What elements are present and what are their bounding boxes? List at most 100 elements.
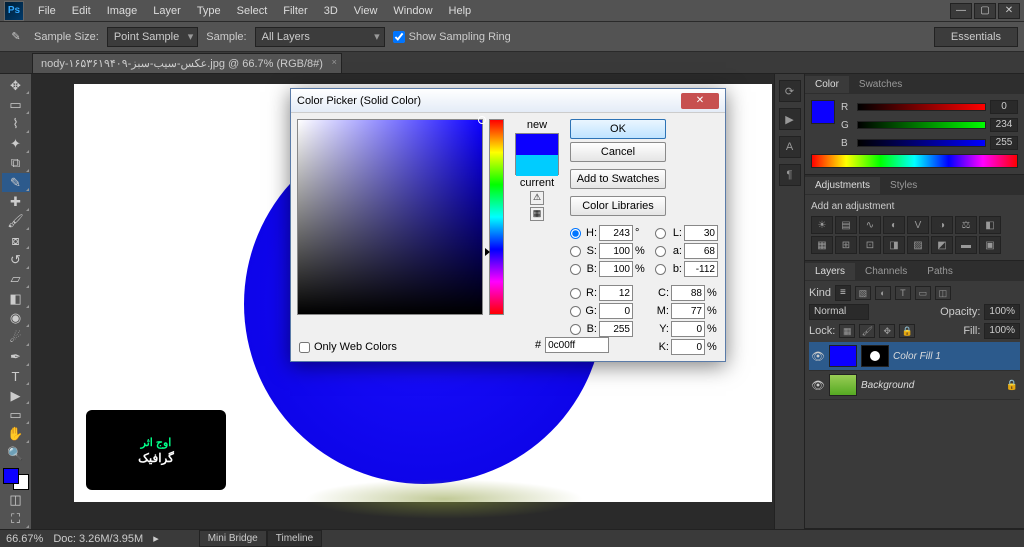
gradient-tool[interactable]: ◧ [2,289,30,308]
menu-filter[interactable]: Filter [275,2,315,20]
tab-timeline[interactable]: Timeline [267,530,322,547]
huesat-icon[interactable]: ◑ [931,216,953,234]
only-web-colors-checkbox[interactable]: Only Web Colors [299,341,397,353]
fg-bg-swatches[interactable] [3,468,29,491]
maximize-button[interactable]: ▢ [974,3,996,19]
hsb-s-radio[interactable] [570,246,581,257]
saturation-value-box[interactable] [297,119,483,315]
close-tab-icon[interactable]: × [332,57,337,67]
character-panel-icon[interactable]: A [779,136,801,158]
sample-size-select[interactable]: Point Sample [107,27,198,47]
hand-tool[interactable]: ✋ [2,425,30,444]
poster-icon[interactable]: ▨ [907,236,929,254]
layer-color-fill[interactable]: 👁 Color Fill 1 [809,342,1020,371]
gradmap-icon[interactable]: ▬ [955,236,977,254]
bw-icon[interactable]: ◧ [979,216,1001,234]
filter-pixel-icon[interactable]: ▧ [855,286,871,300]
eraser-tool[interactable]: ▱ [2,270,30,289]
tab-swatches[interactable]: Swatches [849,76,912,93]
color-libraries-button[interactable]: Color Libraries [570,196,666,216]
screen-mode-toggle[interactable]: ⛶ [2,510,30,529]
filter-smart-icon[interactable]: ◫ [935,286,951,300]
arrow-icon[interactable]: ▸ [153,532,159,545]
lock-trans-icon[interactable]: ▦ [839,324,855,338]
gamut-warning-icon[interactable]: ⚠ [530,191,544,205]
a-input[interactable] [684,243,718,259]
spectrum-bar[interactable] [811,154,1018,168]
paragraph-panel-icon[interactable]: ¶ [779,164,801,186]
r-slider[interactable] [857,103,986,111]
zoom-tool[interactable]: 🔍 [2,444,30,463]
dialog-titlebar[interactable]: Color Picker (Solid Color) ✕ [291,89,725,113]
menu-image[interactable]: Image [99,2,146,20]
websafe-warning-icon[interactable]: ▦ [530,207,544,221]
bb-input[interactable] [599,261,633,277]
levels-icon[interactable]: ▤ [835,216,857,234]
hue-slider[interactable] [489,119,504,315]
lock-pixel-icon[interactable]: 🖌 [859,324,875,338]
show-ring-input[interactable] [393,31,405,43]
menu-type[interactable]: Type [189,2,229,20]
filter-type-icon[interactable]: T [895,286,911,300]
owc-input[interactable] [299,342,310,353]
shape-tool[interactable]: ▭ [2,405,30,424]
current-color-swatch[interactable] [516,155,558,176]
c-input[interactable] [671,285,705,301]
threshold-icon[interactable]: ◩ [931,236,953,254]
show-sampling-ring-checkbox[interactable]: Show Sampling Ring [393,31,511,43]
invert-icon[interactable]: ◨ [883,236,905,254]
hsb-b-radio[interactable] [570,264,581,275]
ok-button[interactable]: OK [570,119,666,139]
y-input[interactable] [671,321,705,337]
eye-icon[interactable]: 👁 [811,379,825,392]
lock-pos-icon[interactable]: ✥ [879,324,895,338]
lab-l-radio[interactable] [655,228,666,239]
zoom-display[interactable]: 66.67% [6,533,43,545]
kind-select[interactable]: ≡ [835,285,851,301]
fill-input[interactable]: 100% [984,323,1020,339]
g-value[interactable]: 234 [990,118,1018,132]
history-brush-tool[interactable]: ↺ [2,250,30,269]
tab-adjustments[interactable]: Adjustments [805,177,880,194]
rgb-b-radio[interactable] [570,324,581,335]
move-tool[interactable]: ✥ [2,76,30,95]
type-tool[interactable]: T [2,367,30,386]
fg-color-swatch[interactable] [3,468,19,484]
lab-b-radio[interactable] [655,264,666,275]
curves-icon[interactable]: ∿ [859,216,881,234]
brush-tool[interactable]: 🖌 [2,212,30,231]
menu-window[interactable]: Window [385,2,440,20]
filter-shape-icon[interactable]: ▭ [915,286,931,300]
color-panel-swatch[interactable] [811,100,835,124]
lasso-tool[interactable]: ⌇ [2,115,30,134]
tab-paths[interactable]: Paths [917,263,963,280]
history-panel-icon[interactable]: ⟳ [779,80,801,102]
photofilter-icon[interactable]: ▦ [811,236,833,254]
r-value[interactable]: 0 [990,100,1018,114]
path-select-tool[interactable]: ▶ [2,386,30,405]
rr-input[interactable] [599,285,633,301]
quick-select-tool[interactable]: ✦ [2,134,30,153]
menu-view[interactable]: View [346,2,386,20]
add-swatches-button[interactable]: Add to Swatches [570,169,666,189]
filter-adj-icon[interactable]: ◐ [875,286,891,300]
menu-select[interactable]: Select [229,2,276,20]
workspace-select[interactable]: Essentials [934,27,1018,47]
hex-input[interactable] [545,337,609,353]
tab-layers[interactable]: Layers [805,263,855,280]
colorbal-icon[interactable]: ⚖ [955,216,977,234]
pen-tool[interactable]: ✒ [2,347,30,366]
marquee-tool[interactable]: ▭ [2,95,30,114]
lookup-icon[interactable]: ⊡ [859,236,881,254]
sample-layers-select[interactable]: All Layers [255,27,385,47]
l-input[interactable] [684,225,718,241]
close-button[interactable]: ✕ [998,3,1020,19]
crop-tool[interactable]: ⧉ [2,154,30,173]
lb-input[interactable] [684,261,718,277]
tab-channels[interactable]: Channels [855,263,917,280]
brightness-icon[interactable]: ☀ [811,216,833,234]
document-tab[interactable]: nody-۱۶۵۳۶۱۹۴۰۹-عکس-سیب-سبز.jpg @ 66.7% … [32,53,342,73]
chmixer-icon[interactable]: ⊞ [835,236,857,254]
lock-all-icon[interactable]: 🔒 [899,324,915,338]
layer-background[interactable]: 👁 Background 🔒 [809,371,1020,400]
